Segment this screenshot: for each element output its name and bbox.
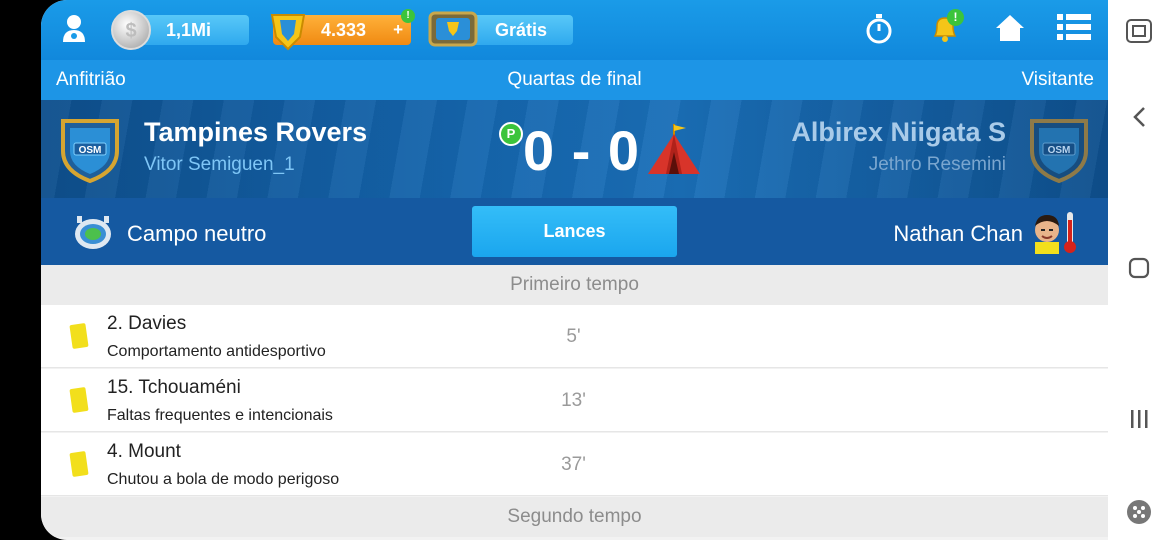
svg-text:OSM: OSM <box>1048 145 1071 156</box>
game-screen: 1,1Mi $ 4.333 + ! Grátis ! Anfitrião Qua… <box>41 0 1108 540</box>
away-manager-name[interactable]: Jethro Resemini <box>869 154 1006 176</box>
coin-icon: $ <box>111 10 151 50</box>
stopwatch-icon[interactable] <box>865 13 893 45</box>
event-minute: 5' <box>566 326 581 347</box>
yellow-card-icon <box>69 323 89 349</box>
round-header: Anfitrião Quartas de final Visitante <box>41 60 1108 100</box>
gems-value: 4.333 <box>321 19 367 40</box>
stage-label: Quartas de final <box>507 69 642 90</box>
event-row[interactable]: 2. Davies Comportamento antidesportivo 5… <box>41 305 1108 368</box>
away-label: Visitante <box>1021 69 1094 90</box>
score: 0 - 0 <box>523 119 641 182</box>
event-reason: Faltas frequentes e intencionais <box>107 407 333 424</box>
first-half-header: Primeiro tempo <box>41 265 1108 305</box>
app: 1,1Mi $ 4.333 + ! Grátis ! Anfitrião Qua… <box>0 0 1170 540</box>
yellow-card-icon <box>69 387 89 413</box>
gem-icon <box>266 7 310 53</box>
venue-label: Campo neutro <box>127 221 267 246</box>
svg-text:$: $ <box>125 20 136 42</box>
event-reason: Comportamento antidesportivo <box>107 343 326 360</box>
event-reason: Chutou a bola de modo perigoso <box>107 471 340 488</box>
tv-icon <box>427 9 479 51</box>
event-minute: 13' <box>561 390 586 411</box>
event-row[interactable]: 4. Mount Chutou a bola de modo perigoso … <box>41 433 1108 496</box>
game-tools-icon[interactable] <box>1108 498 1170 526</box>
event-player: 2. Davies <box>107 313 187 334</box>
lances-button[interactable]: Lances <box>472 206 677 257</box>
top-bar: 1,1Mi $ 4.333 + ! Grátis ! <box>41 0 1108 60</box>
referee-name[interactable]: Nathan Chan <box>893 221 1023 247</box>
recents-icon[interactable] <box>1108 406 1170 432</box>
android-nav-bar <box>1108 0 1170 540</box>
referee-avatar[interactable] <box>1031 210 1063 254</box>
profile-icon[interactable] <box>61 14 87 44</box>
home-team-name[interactable]: Tampines Rovers <box>144 117 367 148</box>
tent-icon <box>644 122 704 178</box>
scoreboard: OSM Tampines Rovers Vitor Semiguen_1 P 0… <box>41 100 1108 198</box>
penalty-badge: P <box>499 122 523 146</box>
coins-value: 1,1Mi <box>166 19 212 40</box>
away-team-name[interactable]: Albirex Niigata S <box>791 117 1006 148</box>
event-player: 15. Tchouaméni <box>107 377 241 398</box>
home-manager-name[interactable]: Vitor Semiguen_1 <box>144 154 295 176</box>
stadium-icon <box>73 213 113 251</box>
menu-icon[interactable] <box>1057 12 1091 42</box>
event-player: 4. Mount <box>107 441 181 462</box>
home-icon[interactable] <box>995 13 1025 43</box>
gems-plus[interactable]: + <box>393 20 403 40</box>
home-button-icon[interactable] <box>1108 255 1170 281</box>
event-minute: 37' <box>561 454 586 475</box>
home-team-badge[interactable]: OSM <box>57 115 123 185</box>
info-row: Campo neutro Lances Nathan Chan <box>41 198 1108 265</box>
gem-alert-badge: ! <box>401 9 415 23</box>
free-tv-label: Grátis <box>495 19 548 40</box>
back-icon[interactable] <box>1108 104 1170 130</box>
notification-badge: ! <box>947 9 964 26</box>
second-half-header: Segundo tempo <box>41 497 1108 537</box>
svg-text:OSM: OSM <box>79 145 102 156</box>
away-team-badge[interactable]: OSM <box>1026 115 1092 185</box>
event-row[interactable]: 15. Tchouaméni Faltas frequentes e inten… <box>41 369 1108 432</box>
yellow-card-icon <box>69 451 89 477</box>
screenshot-icon[interactable] <box>1108 16 1170 46</box>
thermometer-icon <box>1063 210 1077 254</box>
